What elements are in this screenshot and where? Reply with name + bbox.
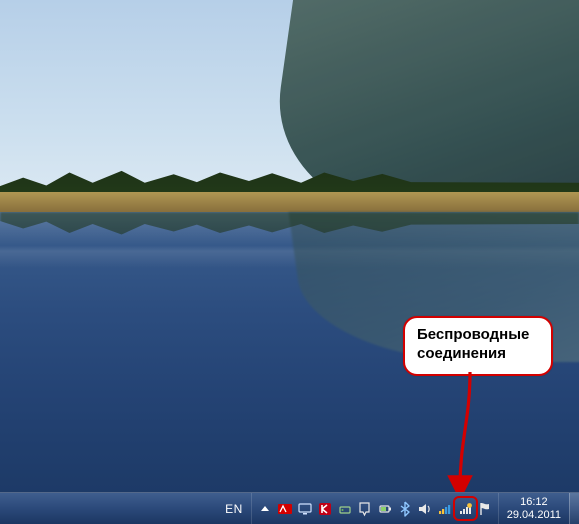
network-colored-icon[interactable] [436, 499, 455, 518]
language-indicator[interactable]: EN [217, 493, 251, 524]
system-tray [251, 493, 498, 524]
power-icon[interactable] [376, 499, 395, 518]
desktop-wallpaper[interactable] [0, 0, 579, 492]
nvidia-icon[interactable] [276, 499, 295, 518]
volume-icon[interactable] [416, 499, 435, 518]
annotation-callout-line1: Беспроводные [417, 326, 539, 345]
show-hidden-icons-icon[interactable] [256, 499, 275, 518]
flag-icon[interactable] [476, 499, 495, 518]
annotation-callout: Беспроводные соединения [403, 316, 553, 376]
action-center-icon[interactable] [356, 499, 375, 518]
show-desktop-button[interactable] [569, 493, 579, 524]
taskbar: EN [0, 492, 579, 524]
taskbar-clock-date: 29.04.2011 [507, 509, 561, 521]
annotation-callout-line2: соединения [417, 345, 539, 364]
network-wireless-icon[interactable] [456, 499, 475, 518]
safely-remove-hardware-icon[interactable] [336, 499, 355, 518]
bluetooth-icon[interactable] [396, 499, 415, 518]
kaspersky-icon[interactable] [316, 499, 335, 518]
taskbar-clock[interactable]: 16:12 29.04.2011 [498, 493, 569, 524]
monitor-icon[interactable] [296, 499, 315, 518]
wallpaper-shore [0, 192, 579, 212]
taskbar-clock-time: 16:12 [507, 496, 561, 508]
